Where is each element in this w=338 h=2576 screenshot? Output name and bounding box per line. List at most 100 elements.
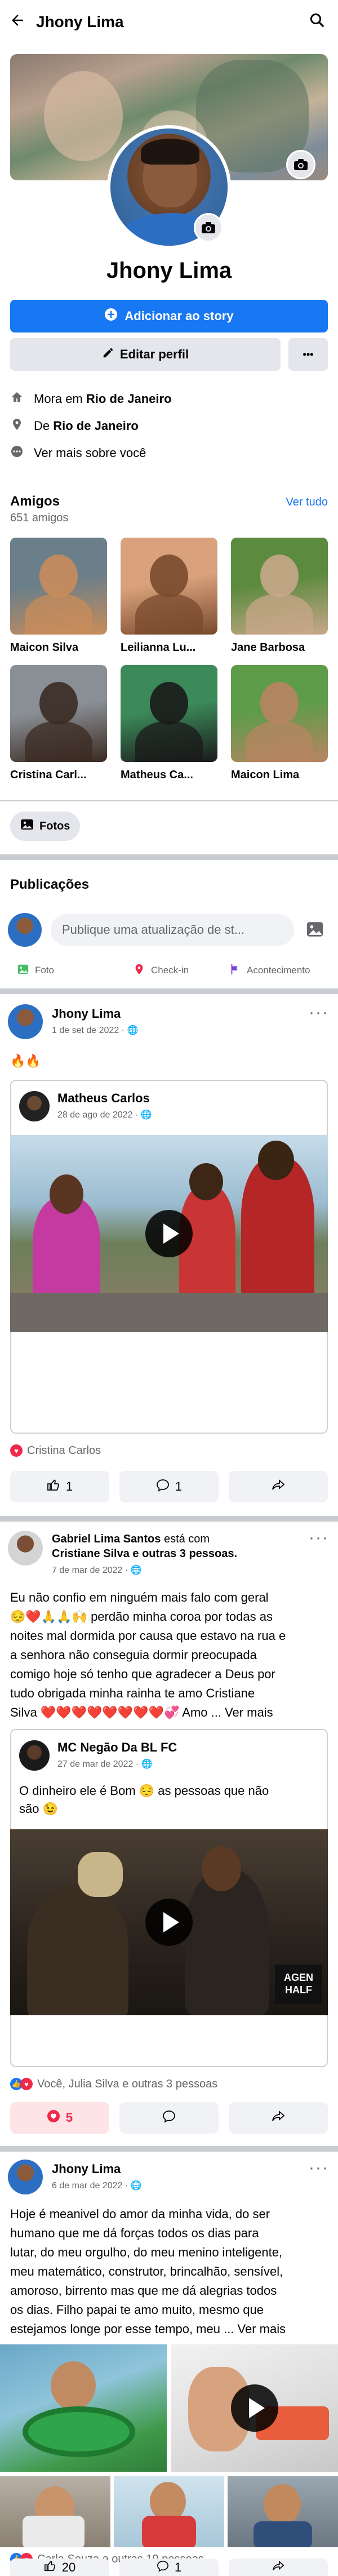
comment-icon	[156, 1478, 170, 1495]
composer-avatar	[8, 913, 42, 947]
post-author-name[interactable]: Jhony Lima	[52, 2162, 121, 2176]
friend-card[interactable]: Matheus Ca...	[121, 665, 217, 782]
search-icon[interactable]	[309, 12, 329, 32]
post-author-name[interactable]: Jhony Lima	[52, 1007, 121, 1021]
reactions-summary[interactable]: 👍 ♥ Você, Julia Silva e outras 3 pessoas	[10, 2074, 217, 2094]
comment-button[interactable]: 1	[119, 2559, 219, 2576]
like-button[interactable]: 1	[10, 1471, 109, 1502]
house-icon	[10, 391, 24, 407]
friend-card[interactable]: Maicon Silva	[10, 538, 107, 654]
section-separator	[0, 854, 338, 860]
friend-name[interactable]: Maicon Lima	[231, 769, 328, 782]
post-photo[interactable]	[114, 2476, 224, 2547]
quick-photo-label: Foto	[35, 965, 55, 976]
post-author-name[interactable]: Gabriel Lima Santos	[52, 1533, 161, 1545]
post-author-avatar[interactable]	[8, 2160, 43, 2194]
with-text: está com	[161, 1533, 210, 1545]
image-icon[interactable]	[305, 920, 324, 942]
section-separator	[0, 2146, 338, 2152]
lives-in-row: Mora em Rio de Janeiro	[10, 387, 172, 411]
more-circle-icon	[10, 445, 24, 462]
post-header-text: Gabriel Lima Santos está com Cristiane S…	[52, 1532, 300, 1561]
post-video[interactable]	[171, 2344, 338, 2472]
section-separator	[0, 988, 338, 994]
friend-photo[interactable]	[10, 665, 107, 762]
post-author-avatar[interactable]	[8, 1004, 43, 1039]
like-count: 5	[65, 2111, 73, 2125]
shared-date: 28 de ago de 2022 · 🌐	[57, 1110, 152, 1120]
reactions-summary[interactable]: ♥ Cristina Carlos	[10, 1440, 101, 1461]
reactions-text: Cristina Carlos	[27, 1444, 101, 1457]
share-button[interactable]	[229, 1471, 328, 1502]
shared-author-avatar	[19, 1740, 50, 1771]
comment-button[interactable]: 1	[119, 1471, 219, 1502]
from-city[interactable]: Rio de Janeiro	[53, 419, 139, 433]
heart-icon	[47, 2109, 60, 2126]
friend-photo[interactable]	[231, 538, 328, 635]
play-icon[interactable]	[145, 1210, 193, 1257]
tagged-people[interactable]: Cristiane Silva e outras 3 pessoas.	[52, 1548, 237, 1560]
post-text: Eu não confio em ninguém mais falo com g…	[10, 1590, 286, 1719]
thumbs-up-icon	[44, 2560, 56, 2575]
friend-photo[interactable]	[10, 538, 107, 635]
love-button-active[interactable]: 5	[10, 2102, 109, 2134]
friend-name[interactable]: Matheus Ca...	[121, 769, 217, 782]
shared-text: O dinheiro ele é Bom 😔 as pessoas que nã…	[19, 1784, 269, 1816]
post-options-icon[interactable]: ···	[309, 1003, 329, 1022]
post-photo[interactable]	[0, 2344, 167, 2472]
comment-button[interactable]	[119, 2102, 219, 2134]
post-options-icon[interactable]: ···	[309, 1528, 329, 1548]
post-text: 🔥🔥	[10, 1054, 41, 1068]
quick-event-label: Acontecimento	[247, 965, 310, 976]
shared-author-name[interactable]: Matheus Carlos	[57, 1091, 150, 1106]
lives-city[interactable]: Rio de Janeiro	[86, 392, 172, 406]
post-photo[interactable]	[228, 2476, 338, 2547]
video-thumbnail[interactable]	[10, 1135, 328, 1332]
from-row: De Rio de Janeiro	[10, 414, 139, 438]
more-options-button[interactable]: •••	[288, 338, 328, 371]
location-pin-icon	[10, 418, 24, 434]
post-options-icon[interactable]: ···	[309, 2158, 329, 2178]
shared-author-name[interactable]: MC Negão Da BL FC	[57, 1740, 177, 1755]
friend-card[interactable]: Maicon Lima	[231, 665, 328, 782]
post-author-avatar[interactable]	[8, 1531, 43, 1566]
quick-photo[interactable]: Foto	[17, 958, 54, 983]
friend-photo[interactable]	[121, 538, 217, 635]
share-button[interactable]	[229, 2102, 328, 2134]
photos-button[interactable]: Fotos	[10, 812, 81, 841]
quick-event[interactable]: Acontecimento	[229, 958, 310, 983]
friend-name[interactable]: Leilianna Lu...	[121, 641, 217, 654]
friend-photo[interactable]	[121, 665, 217, 762]
shared-post[interactable]: MC Negão Da BL FC 27 de mar de 2022 · 🌐 …	[10, 1729, 328, 2067]
from-prefix: De	[34, 419, 54, 433]
video-thumbnail[interactable]: AGEN HALF	[10, 1829, 328, 2015]
friend-photo[interactable]	[231, 665, 328, 762]
see-more-about-row[interactable]: Ver mais sobre você	[10, 441, 146, 465]
quick-checkin[interactable]: Check-in	[133, 958, 189, 983]
friend-card[interactable]: Cristina Carl...	[10, 665, 107, 782]
photos-label: Fotos	[39, 819, 70, 832]
divider	[0, 800, 338, 801]
page-title: Jhony Lima	[36, 13, 124, 30]
friend-card[interactable]: Jane Barbosa	[231, 538, 328, 654]
like-button[interactable]: 20	[10, 2559, 109, 2576]
friend-name[interactable]: Jane Barbosa	[231, 641, 328, 654]
shared-post[interactable]: Matheus Carlos 28 de ago de 2022 · 🌐	[10, 1080, 328, 1434]
friend-card[interactable]: Leilianna Lu...	[121, 538, 217, 654]
add-story-button[interactable]: Adicionar ao story	[10, 300, 328, 332]
friend-name[interactable]: Maicon Silva	[10, 641, 107, 654]
cover-camera-icon[interactable]	[286, 150, 315, 179]
publications-title: Publicações	[10, 877, 90, 892]
play-icon[interactable]	[145, 1899, 193, 1946]
see-all-friends-link[interactable]: Ver tudo	[286, 496, 328, 509]
edit-profile-button[interactable]: Editar perfil	[10, 338, 281, 371]
play-icon[interactable]	[231, 2384, 278, 2432]
share-button[interactable]	[229, 2559, 328, 2576]
friend-name[interactable]: Cristina Carl...	[10, 769, 107, 782]
post-photo[interactable]	[0, 2476, 110, 2547]
status-composer-input[interactable]: Publique uma atualização de st...	[51, 914, 294, 946]
heart-reaction-icon: ♥	[20, 2078, 33, 2090]
avatar-camera-icon[interactable]	[194, 213, 223, 242]
back-arrow-icon[interactable]	[9, 10, 36, 34]
friends-count: 651 amigos	[10, 512, 69, 524]
